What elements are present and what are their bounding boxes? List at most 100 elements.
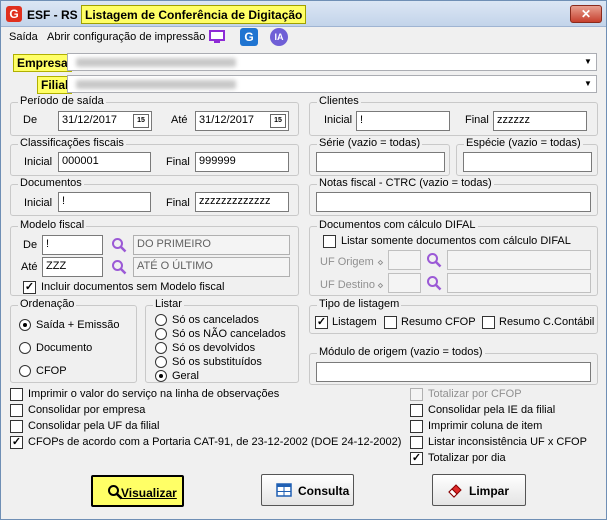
chevron-down-icon[interactable]: ▼	[581, 55, 595, 69]
clientes-title: Clientes	[317, 95, 361, 107]
clientes-final-input[interactable]: zzzzzz	[493, 111, 587, 131]
menu-abrir-configuracao[interactable]: Abrir configuração de impressão	[47, 31, 205, 43]
difal-title: Documentos com cálculo DIFAL	[317, 219, 478, 231]
close-button[interactable]: ✕	[570, 5, 602, 23]
limpar-button[interactable]: Limpar	[432, 474, 526, 506]
ia-icon[interactable]: IA	[270, 28, 288, 46]
radio-documento[interactable]	[19, 342, 31, 354]
uf-destino-label: UF Destino	[320, 279, 376, 291]
classificacoes-inicial-input[interactable]: 000001	[58, 152, 151, 172]
empresa-redacted-value	[76, 58, 236, 67]
empresa-select[interactable]: ▼	[67, 53, 597, 71]
imprimir-coluna-item-label: Imprimir coluna de item	[428, 420, 543, 432]
window-title: Listagem de Conferência de Digitação	[81, 5, 307, 24]
incluir-sem-modelo-checkbox[interactable]: ✓	[23, 281, 36, 294]
documentos-inicial-label: Inicial	[24, 197, 53, 209]
incluir-sem-modelo-label: Incluir documentos sem Modelo fiscal	[41, 281, 225, 293]
resumo-contabil-checkbox[interactable]	[482, 316, 495, 329]
listar-inconsistencia-label: Listar inconsistência UF x CFOP	[428, 436, 587, 448]
search-icon[interactable]	[111, 259, 127, 275]
modelo-de-input[interactable]: !	[42, 235, 103, 255]
resumo-cfop-checkbox[interactable]	[384, 316, 397, 329]
modelo-ate-input[interactable]: ZZZ	[42, 257, 103, 277]
radio-saida-emissao[interactable]	[19, 319, 31, 331]
documentos-title: Documentos	[18, 177, 84, 189]
limpar-label: Limpar	[469, 484, 510, 498]
menu-saida[interactable]: Saída	[9, 31, 38, 43]
title-bar: G ESF - RS - Listagem de Conferência de …	[1, 1, 606, 27]
filial-select[interactable]: ▼	[67, 75, 597, 93]
imprimir-valor-servico-label: Imprimir o valor do serviço na linha de …	[28, 388, 280, 400]
modelo-ate-label: Até	[21, 261, 38, 273]
clientes-inicial-label: Inicial	[324, 114, 353, 126]
ordenacao-option-label: Saída + Emissão	[36, 319, 120, 331]
imprimir-coluna-item-checkbox[interactable]	[410, 420, 423, 433]
imprimir-valor-servico-checkbox[interactable]	[10, 388, 23, 401]
listar-title: Listar	[153, 298, 184, 310]
g-logo-icon[interactable]: G	[240, 28, 258, 46]
serie-title: Série (vazio = todas)	[317, 137, 423, 149]
consolidar-ie-filial-checkbox[interactable]	[410, 404, 423, 417]
radio-so-devolvidos[interactable]	[155, 342, 167, 354]
documentos-final-input[interactable]: zzzzzzzzzzzzz	[195, 192, 289, 212]
radio-so-nao-cancelados[interactable]	[155, 328, 167, 340]
modelo-fiscal-title: Modelo fiscal	[18, 219, 87, 231]
especie-title: Espécie (vazio = todas)	[464, 137, 583, 149]
classificacoes-title: Classificações fiscais	[18, 137, 126, 149]
notas-fiscal-input[interactable]	[316, 192, 591, 212]
periodo-ate-label: Até	[171, 114, 188, 126]
radio-so-cancelados[interactable]	[155, 314, 167, 326]
listar-difal-checkbox[interactable]	[323, 235, 336, 248]
radio-geral[interactable]	[155, 370, 167, 382]
lock-icon: ⋄	[377, 257, 384, 269]
uf-origem-label: UF Origem	[320, 256, 374, 268]
periodo-de-label: De	[23, 114, 38, 126]
listar-option-label: Só os NÃO cancelados	[172, 328, 286, 340]
radio-so-substituidos[interactable]	[155, 356, 167, 368]
empresa-label: Empresa	[13, 54, 72, 72]
resumo-contabil-label: Resumo C.Contábil	[499, 316, 595, 328]
eraser-icon	[448, 484, 462, 498]
title-prefix: ESF - RS -	[27, 8, 86, 22]
clientes-final-label: Final	[465, 114, 489, 126]
modelo-de-description: DO PRIMEIRO	[133, 235, 290, 255]
visualizar-button[interactable]: Visualizar	[91, 475, 184, 507]
periodo-title: Período de saída	[18, 95, 106, 107]
serie-input[interactable]	[316, 152, 445, 172]
uf-destino-input[interactable]	[388, 273, 421, 293]
chevron-down-icon[interactable]: ▼	[581, 77, 595, 91]
consolidar-ie-filial-label: Consolidar pela IE da filial	[428, 404, 556, 416]
consolidar-uf-filial-label: Consolidar pela UF da filial	[28, 420, 160, 432]
consulta-button[interactable]: Consulta	[261, 474, 354, 506]
calendar-icon[interactable]: 15	[270, 114, 286, 128]
classificacoes-final-input[interactable]: 999999	[195, 152, 289, 172]
uf-origem-description	[447, 250, 591, 270]
radio-cfop[interactable]	[19, 365, 31, 377]
ordenacao-option-label: Documento	[36, 342, 93, 354]
cfops-portaria-checkbox[interactable]: ✓	[10, 436, 23, 449]
especie-input[interactable]	[463, 152, 592, 172]
documentos-final-label: Final	[166, 197, 190, 209]
clientes-inicial-input[interactable]: !	[356, 111, 450, 131]
totalizar-cfop-label: Totalizar por CFOP	[428, 388, 522, 400]
listar-difal-label: Listar somente documentos com cálculo DI…	[341, 235, 571, 247]
ordenacao-option-label: CFOP	[36, 365, 67, 377]
documentos-inicial-input[interactable]: !	[58, 192, 151, 212]
search-icon[interactable]	[426, 252, 442, 268]
consulta-label: Consulta	[298, 484, 350, 498]
totalizar-dia-checkbox[interactable]: ✓	[410, 452, 423, 465]
monitor-icon[interactable]	[208, 28, 226, 46]
calendar-icon[interactable]: 15	[133, 114, 149, 128]
listagem-checkbox[interactable]: ✓	[315, 316, 328, 329]
totalizar-cfop-checkbox[interactable]	[410, 388, 423, 401]
classificacoes-final-label: Final	[166, 156, 190, 168]
consolidar-empresa-checkbox[interactable]	[10, 404, 23, 417]
modulo-origem-input[interactable]	[316, 362, 591, 382]
listar-inconsistencia-checkbox[interactable]	[410, 436, 423, 449]
search-icon[interactable]	[426, 275, 442, 291]
resumo-cfop-label: Resumo CFOP	[401, 316, 476, 328]
uf-origem-input[interactable]	[388, 250, 421, 270]
modelo-de-label: De	[23, 239, 38, 251]
search-icon[interactable]	[111, 237, 127, 253]
consolidar-uf-filial-checkbox[interactable]	[10, 420, 23, 433]
